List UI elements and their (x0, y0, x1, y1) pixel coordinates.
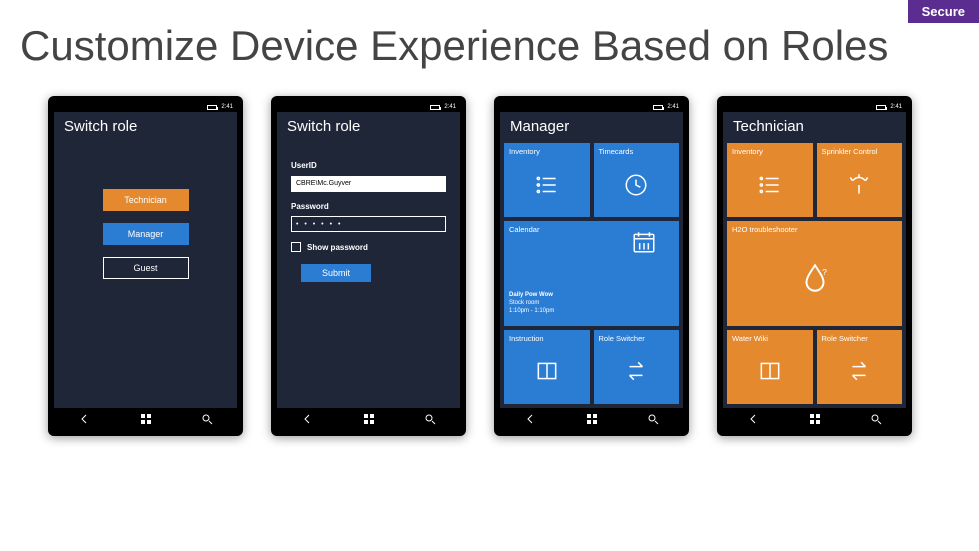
tile-label: Instruction (509, 334, 585, 343)
phone-switch-role-login: 2:41 Switch role UserID Password Show pa… (271, 96, 466, 436)
calendar-icon (629, 229, 659, 255)
windows-icon[interactable] (363, 413, 375, 425)
tile-calendar[interactable]: Calendar Daily Pow Wow Stock room 1:10pm… (504, 221, 679, 325)
tile-water-wiki[interactable]: Water Wiki (727, 330, 813, 404)
switch-icon (599, 343, 675, 400)
phone-switch-role-buttons: 2:41 Switch role Technician Manager Gues… (48, 96, 243, 436)
status-time: 2:41 (890, 104, 902, 110)
water-drop-icon: ? (732, 234, 897, 321)
back-icon[interactable] (79, 413, 91, 425)
calendar-event-title: Daily Pow Wow (509, 292, 674, 300)
tile-grid: Inventory Sprinkler Control H2O troubles… (723, 139, 906, 408)
status-time: 2:41 (444, 104, 456, 110)
tile-timecards[interactable]: Timecards (594, 143, 680, 217)
status-bar: 2:41 (277, 102, 460, 112)
tile-label: Inventory (732, 147, 808, 156)
search-icon[interactable] (647, 413, 659, 425)
windows-icon[interactable] (809, 413, 821, 425)
tile-role-switcher[interactable]: Role Switcher (817, 330, 903, 404)
tile-label: Role Switcher (599, 334, 675, 343)
list-icon (509, 156, 585, 213)
password-label: Password (291, 202, 446, 211)
svg-text:?: ? (822, 267, 827, 277)
tile-role-switcher[interactable]: Role Switcher (594, 330, 680, 404)
calendar-event-time: 1:10pm - 1:10pm (509, 308, 674, 316)
password-input[interactable] (291, 216, 446, 232)
userid-label: UserID (291, 161, 446, 170)
windows-icon[interactable] (140, 413, 152, 425)
screen: Technician Inventory Sprinkler Control H… (723, 112, 906, 408)
login-form: UserID Password Show password Submit (277, 139, 460, 282)
page-title: Customize Device Experience Based on Rol… (0, 0, 979, 70)
status-time: 2:41 (221, 104, 233, 110)
nav-bar (500, 408, 683, 430)
book-icon (509, 343, 585, 400)
tile-label: Timecards (599, 147, 675, 156)
screen: Manager Inventory Timecards Calendar Dai… (500, 112, 683, 408)
guest-button[interactable]: Guest (103, 257, 189, 279)
search-icon[interactable] (870, 413, 882, 425)
list-icon (732, 156, 808, 213)
tile-inventory[interactable]: Inventory (504, 143, 590, 217)
screen: Switch role Technician Manager Guest (54, 112, 237, 408)
show-password-label: Show password (307, 243, 368, 252)
status-time: 2:41 (667, 104, 679, 110)
status-bar: 2:41 (500, 102, 683, 112)
calendar-body: Daily Pow Wow Stock room 1:10pm - 1:10pm (509, 292, 674, 315)
status-bar: 2:41 (723, 102, 906, 112)
screen-title: Switch role (277, 112, 460, 139)
tile-instruction[interactable]: Instruction (504, 330, 590, 404)
phones-row: 2:41 Switch role Technician Manager Gues… (0, 70, 979, 436)
tile-label: Sprinkler Control (822, 147, 898, 156)
secure-badge: Secure (908, 0, 979, 23)
technician-button[interactable]: Technician (103, 189, 189, 211)
tile-grid: Inventory Timecards Calendar Daily Pow W… (500, 139, 683, 408)
search-icon[interactable] (201, 413, 213, 425)
submit-button[interactable]: Submit (301, 264, 371, 282)
tile-h2o-troubleshooter[interactable]: H2O troubleshooter ? (727, 221, 902, 325)
screen-title: Switch role (54, 112, 237, 139)
back-icon[interactable] (302, 413, 314, 425)
userid-input[interactable] (291, 176, 446, 192)
nav-bar (723, 408, 906, 430)
show-password-checkbox[interactable] (291, 242, 301, 252)
battery-icon (876, 105, 886, 110)
back-icon[interactable] (525, 413, 537, 425)
back-icon[interactable] (748, 413, 760, 425)
screen: Switch role UserID Password Show passwor… (277, 112, 460, 408)
tile-inventory[interactable]: Inventory (727, 143, 813, 217)
phone-manager: 2:41 Manager Inventory Timecards Calenda… (494, 96, 689, 436)
sprinkler-icon (822, 156, 898, 213)
tile-label: H2O troubleshooter (732, 225, 897, 234)
tile-label: Inventory (509, 147, 585, 156)
show-password-row[interactable]: Show password (291, 242, 446, 252)
battery-icon (653, 105, 663, 110)
battery-icon (430, 105, 440, 110)
battery-icon (207, 105, 217, 110)
calendar-event-location: Stock room (509, 300, 674, 308)
role-button-group: Technician Manager Guest (54, 139, 237, 279)
search-icon[interactable] (424, 413, 436, 425)
book-icon (732, 343, 808, 400)
phone-technician: 2:41 Technician Inventory Sprinkler Cont… (717, 96, 912, 436)
nav-bar (277, 408, 460, 430)
nav-bar (54, 408, 237, 430)
tile-label: Role Switcher (822, 334, 898, 343)
screen-title: Manager (500, 112, 683, 139)
status-bar: 2:41 (54, 102, 237, 112)
switch-icon (822, 343, 898, 400)
manager-button[interactable]: Manager (103, 223, 189, 245)
tile-label: Water Wiki (732, 334, 808, 343)
clock-icon (599, 156, 675, 213)
windows-icon[interactable] (586, 413, 598, 425)
tile-sprinkler-control[interactable]: Sprinkler Control (817, 143, 903, 217)
screen-title: Technician (723, 112, 906, 139)
